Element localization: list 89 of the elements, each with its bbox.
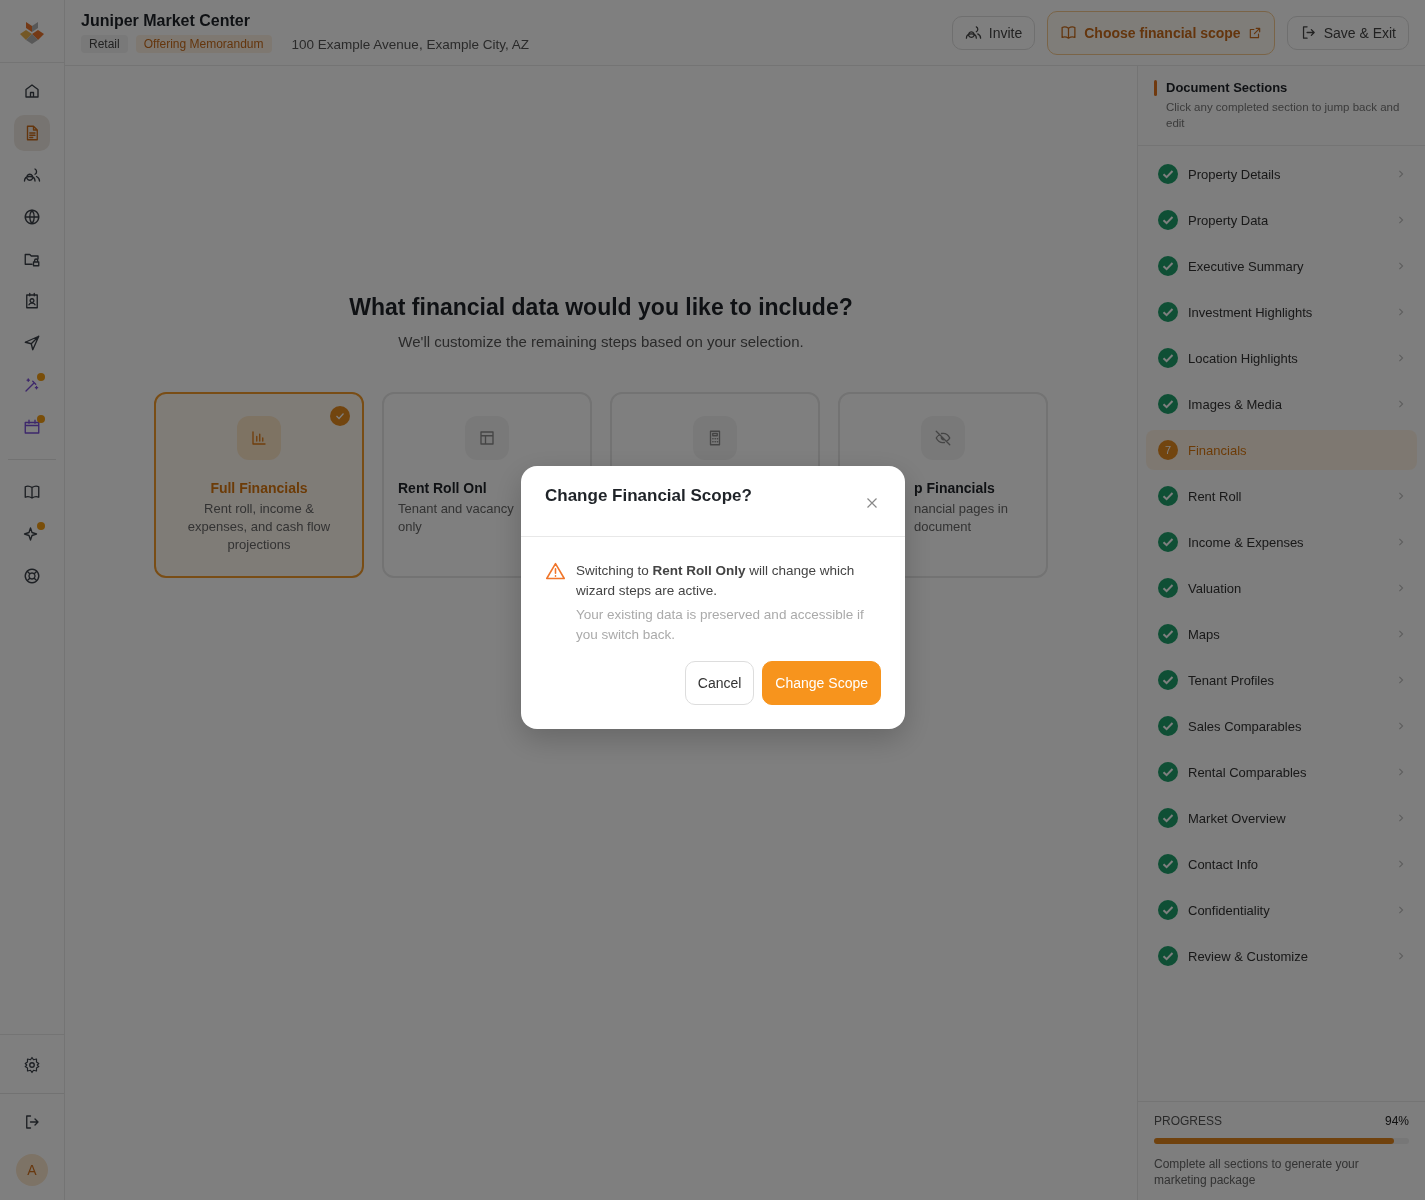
check-circle-icon <box>1158 394 1178 414</box>
users-icon <box>964 24 982 41</box>
section-item[interactable]: Rental Comparables <box>1146 752 1417 792</box>
chevron-icon <box>1397 676 1405 684</box>
option-title: p Financials <box>914 480 995 496</box>
section-item[interactable]: Income & Expenses <box>1146 522 1417 562</box>
confirm-button[interactable]: Change Scope <box>762 661 881 705</box>
chevron-icon <box>1397 952 1405 960</box>
chevron-icon <box>1397 354 1405 362</box>
section-item[interactable]: Location Highlights <box>1146 338 1417 378</box>
page-heading: What financial data would you like to include? <box>349 294 853 321</box>
tag: Offering Memorandum <box>135 35 272 53</box>
page-subheading: We'll customize the remaining steps based on your selection. <box>398 333 804 350</box>
section-item[interactable]: Contact Info <box>1146 844 1417 884</box>
warning-icon <box>545 561 566 582</box>
option-title: Rent Roll Onl <box>398 480 487 496</box>
option-description: document <box>914 518 972 536</box>
section-item[interactable]: Executive Summary <box>1146 246 1417 286</box>
chevron-icon <box>1397 630 1405 638</box>
check-circle-icon <box>1158 946 1178 966</box>
external-link-icon <box>1247 25 1262 40</box>
tag: Retail <box>81 35 128 53</box>
chevron-icon <box>1397 860 1405 868</box>
check-circle-icon <box>1158 532 1178 552</box>
section-item[interactable]: Tenant Profiles <box>1146 660 1417 700</box>
chevron-icon <box>1397 768 1405 776</box>
section-item[interactable]: Investment Highlights <box>1146 292 1417 332</box>
check-circle-icon <box>1158 808 1178 828</box>
section-item[interactable]: Confidentiality <box>1146 890 1417 930</box>
bar-chart-icon <box>250 429 268 447</box>
section-item[interactable]: Rent Roll <box>1146 476 1417 516</box>
chevron-icon <box>1397 584 1405 592</box>
book-icon <box>1060 24 1078 41</box>
dialog-note: Your existing data is preserved and accessible if you switch back. <box>576 606 865 644</box>
option-description: nancial pages in <box>914 500 1008 518</box>
table-icon <box>478 429 496 447</box>
financial-scope-button[interactable]: Choose financial scope <box>1047 10 1275 55</box>
progress-label: PROGRESS <box>1154 1114 1222 1128</box>
progress-note: Complete all sections to generate your marketing package <box>1154 1156 1360 1188</box>
check-circle-icon <box>1158 210 1178 230</box>
chevron-icon <box>1397 308 1405 316</box>
check-circle-icon <box>1158 578 1178 598</box>
check-circle-icon <box>1158 762 1178 782</box>
chevron-icon <box>1397 262 1405 270</box>
section-item[interactable]: Sales Comparables <box>1146 706 1417 746</box>
chevron-icon <box>1397 170 1405 178</box>
check-circle-icon <box>1158 348 1178 368</box>
section-item[interactable]: Market Overview <box>1146 798 1417 838</box>
chevron-icon <box>1397 492 1405 500</box>
section-item[interactable]: Property Data <box>1146 200 1417 240</box>
check-circle-icon <box>1158 486 1178 506</box>
step-number: 7 <box>1158 440 1178 460</box>
invite-button[interactable]: Invite <box>951 15 1036 50</box>
option-description: expenses, and cash flow <box>187 518 331 536</box>
check-circle-icon <box>1158 854 1178 874</box>
chevron-icon <box>1397 400 1405 408</box>
section-item[interactable]: Valuation <box>1146 568 1417 608</box>
save-exit-button[interactable]: Save & Exit <box>1286 15 1409 50</box>
check-icon <box>330 406 350 426</box>
section-item[interactable]: Review & Customize <box>1146 936 1417 976</box>
check-circle-icon <box>1158 670 1178 690</box>
check-circle-icon <box>1158 624 1178 644</box>
check-circle-icon <box>1158 164 1178 184</box>
chevron-icon <box>1397 814 1405 822</box>
check-circle-icon <box>1158 900 1178 920</box>
check-circle-icon <box>1158 256 1178 276</box>
check-circle-icon <box>1158 716 1178 736</box>
progress-value: 94% <box>1384 1114 1409 1128</box>
option-title: Full Financials <box>210 480 308 496</box>
address: 100 Example Avenue, Example City, AZ <box>291 36 529 52</box>
chevron-icon <box>1397 216 1405 224</box>
panel-hint: Click any completed section to jump back and edit <box>1166 100 1401 131</box>
panel-title: Document Sections <box>1166 80 1289 95</box>
option-card[interactable]: Full Financials Rent roll, income & expenses, and cash flow projections <box>154 392 364 578</box>
cancel-button[interactable]: Cancel <box>684 661 755 705</box>
option-description: only <box>398 518 422 536</box>
chevron-icon <box>1397 906 1405 914</box>
section-item[interactable]: Maps <box>1146 614 1417 654</box>
section-item[interactable]: Images & Media <box>1146 384 1417 424</box>
project-title: Juniper Market Center <box>81 12 251 30</box>
option-description: projections <box>227 536 291 554</box>
chevron-icon <box>1397 722 1405 730</box>
option-description: Tenant and vacancy <box>398 500 514 518</box>
chevron-icon <box>1397 538 1405 546</box>
eye-off-icon <box>934 429 952 447</box>
section-item[interactable]: Property Details <box>1146 154 1417 194</box>
option-description: Rent roll, income & <box>204 500 314 518</box>
document-icon[interactable] <box>14 115 50 151</box>
check-circle-icon <box>1158 302 1178 322</box>
